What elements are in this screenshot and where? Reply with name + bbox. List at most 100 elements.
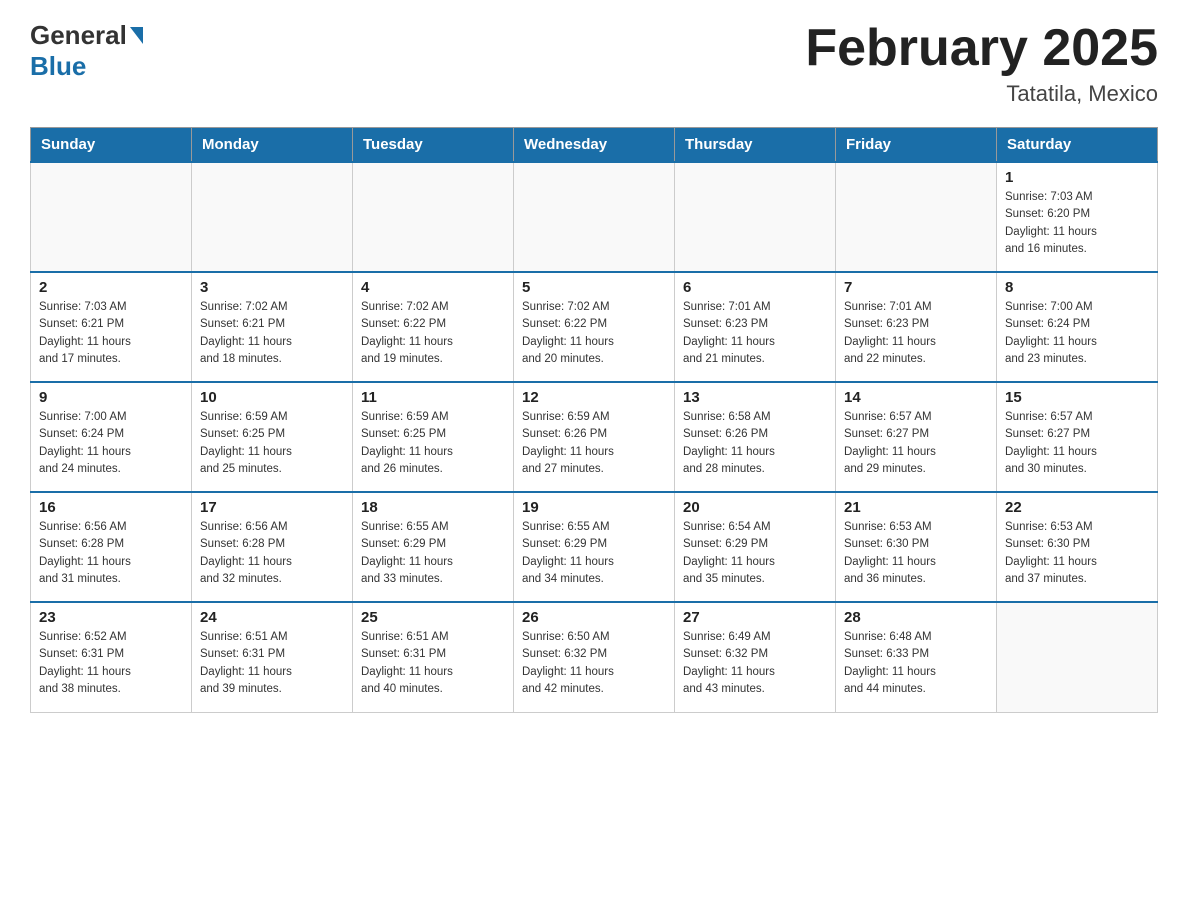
day-number: 21 xyxy=(844,499,988,516)
calendar-cell: 25 Sunrise: 6:51 AM Sunset: 6:31 PM Dayli… xyxy=(353,602,514,712)
calendar-subtitle: Tatatila, Mexico xyxy=(805,81,1158,107)
weekday-header-sunday: Sunday xyxy=(31,128,192,163)
day-number: 28 xyxy=(844,609,988,626)
day-info: Sunrise: 6:48 AM Sunset: 6:33 PM Dayligh… xyxy=(844,629,988,698)
calendar-cell: 6 Sunrise: 7:01 AM Sunset: 6:23 PM Daylig… xyxy=(675,272,836,382)
day-number: 25 xyxy=(361,609,505,626)
day-number: 3 xyxy=(200,279,344,296)
day-number: 9 xyxy=(39,389,183,406)
weekday-header-row: SundayMondayTuesdayWednesdayThursdayFrid… xyxy=(31,128,1158,163)
day-number: 5 xyxy=(522,279,666,296)
logo-row1: General xyxy=(30,20,143,51)
day-number: 16 xyxy=(39,499,183,516)
day-info: Sunrise: 7:01 AM Sunset: 6:23 PM Dayligh… xyxy=(683,299,827,368)
calendar-cell xyxy=(31,162,192,272)
calendar-cell: 7 Sunrise: 7:01 AM Sunset: 6:23 PM Daylig… xyxy=(836,272,997,382)
day-info: Sunrise: 7:03 AM Sunset: 6:20 PM Dayligh… xyxy=(1005,189,1149,258)
day-info: Sunrise: 6:57 AM Sunset: 6:27 PM Dayligh… xyxy=(844,409,988,478)
calendar-cell: 27 Sunrise: 6:49 AM Sunset: 6:32 PM Dayli… xyxy=(675,602,836,712)
day-number: 26 xyxy=(522,609,666,626)
day-number: 6 xyxy=(683,279,827,296)
day-info: Sunrise: 6:50 AM Sunset: 6:32 PM Dayligh… xyxy=(522,629,666,698)
calendar-cell: 20Sunrise: 6:54 AM Sunset: 6:29 PM Dayli… xyxy=(675,492,836,602)
day-number: 13 xyxy=(683,389,827,406)
calendar-cell xyxy=(353,162,514,272)
day-info: Sunrise: 6:53 AM Sunset: 6:30 PM Dayligh… xyxy=(844,519,988,588)
day-info: Sunrise: 6:51 AM Sunset: 6:31 PM Dayligh… xyxy=(361,629,505,698)
day-info: Sunrise: 7:03 AM Sunset: 6:21 PM Dayligh… xyxy=(39,299,183,368)
calendar-cell: 10 Sunrise: 6:59 AM Sunset: 6:25 PM Dayli… xyxy=(192,382,353,492)
week-row-2: 2 Sunrise: 7:03 AM Sunset: 6:21 PM Daylig… xyxy=(31,272,1158,382)
day-info: Sunrise: 6:59 AM Sunset: 6:25 PM Dayligh… xyxy=(361,409,505,478)
calendar-cell: 26 Sunrise: 6:50 AM Sunset: 6:32 PM Dayli… xyxy=(514,602,675,712)
calendar-cell xyxy=(836,162,997,272)
title-block: February 2025 Tatatila, Mexico xyxy=(805,20,1158,107)
day-info: Sunrise: 7:02 AM Sunset: 6:22 PM Dayligh… xyxy=(361,299,505,368)
day-number: 18 xyxy=(361,499,505,516)
calendar-cell xyxy=(514,162,675,272)
day-number: 15 xyxy=(1005,389,1149,406)
page-header: General Blue February 2025 Tatatila, Mex… xyxy=(30,20,1158,107)
calendar-cell xyxy=(192,162,353,272)
weekday-header-friday: Friday xyxy=(836,128,997,163)
day-number: 2 xyxy=(39,279,183,296)
logo-blue-text: Blue xyxy=(30,51,86,82)
weekday-header-tuesday: Tuesday xyxy=(353,128,514,163)
week-row-1: 1 Sunrise: 7:03 AM Sunset: 6:20 PM Daylig… xyxy=(31,162,1158,272)
day-info: Sunrise: 7:02 AM Sunset: 6:21 PM Dayligh… xyxy=(200,299,344,368)
day-number: 10 xyxy=(200,389,344,406)
calendar-cell: 8Sunrise: 7:00 AM Sunset: 6:24 PM Daylig… xyxy=(997,272,1158,382)
day-info: Sunrise: 7:01 AM Sunset: 6:23 PM Dayligh… xyxy=(844,299,988,368)
calendar-cell: 21 Sunrise: 6:53 AM Sunset: 6:30 PM Dayli… xyxy=(836,492,997,602)
day-info: Sunrise: 6:56 AM Sunset: 6:28 PM Dayligh… xyxy=(200,519,344,588)
calendar-cell: 19Sunrise: 6:55 AM Sunset: 6:29 PM Dayli… xyxy=(514,492,675,602)
day-number: 27 xyxy=(683,609,827,626)
day-info: Sunrise: 7:00 AM Sunset: 6:24 PM Dayligh… xyxy=(39,409,183,478)
day-number: 11 xyxy=(361,389,505,406)
weekday-header-monday: Monday xyxy=(192,128,353,163)
calendar-cell xyxy=(675,162,836,272)
calendar-cell: 18Sunrise: 6:55 AM Sunset: 6:29 PM Dayli… xyxy=(353,492,514,602)
calendar-cell: 1 Sunrise: 7:03 AM Sunset: 6:20 PM Daylig… xyxy=(997,162,1158,272)
day-number: 22 xyxy=(1005,499,1149,516)
day-number: 24 xyxy=(200,609,344,626)
calendar-cell xyxy=(997,602,1158,712)
day-info: Sunrise: 6:58 AM Sunset: 6:26 PM Dayligh… xyxy=(683,409,827,478)
day-info: Sunrise: 7:00 AM Sunset: 6:24 PM Dayligh… xyxy=(1005,299,1149,368)
day-info: Sunrise: 6:51 AM Sunset: 6:31 PM Dayligh… xyxy=(200,629,344,698)
calendar-cell: 22 Sunrise: 6:53 AM Sunset: 6:30 PM Dayli… xyxy=(997,492,1158,602)
calendar-cell: 23 Sunrise: 6:52 AM Sunset: 6:31 PM Dayli… xyxy=(31,602,192,712)
calendar-cell: 12 Sunrise: 6:59 AM Sunset: 6:26 PM Dayli… xyxy=(514,382,675,492)
calendar-cell: 5 Sunrise: 7:02 AM Sunset: 6:22 PM Daylig… xyxy=(514,272,675,382)
day-number: 20 xyxy=(683,499,827,516)
calendar-cell: 11 Sunrise: 6:59 AM Sunset: 6:25 PM Dayli… xyxy=(353,382,514,492)
calendar-cell: 2 Sunrise: 7:03 AM Sunset: 6:21 PM Daylig… xyxy=(31,272,192,382)
day-info: Sunrise: 6:57 AM Sunset: 6:27 PM Dayligh… xyxy=(1005,409,1149,478)
calendar-cell: 15 Sunrise: 6:57 AM Sunset: 6:27 PM Dayli… xyxy=(997,382,1158,492)
day-number: 23 xyxy=(39,609,183,626)
logo-row2: Blue xyxy=(30,51,143,82)
calendar-cell: 3 Sunrise: 7:02 AM Sunset: 6:21 PM Daylig… xyxy=(192,272,353,382)
weekday-header-saturday: Saturday xyxy=(997,128,1158,163)
day-number: 19 xyxy=(522,499,666,516)
day-info: Sunrise: 6:49 AM Sunset: 6:32 PM Dayligh… xyxy=(683,629,827,698)
calendar-cell: 16Sunrise: 6:56 AM Sunset: 6:28 PM Dayli… xyxy=(31,492,192,602)
day-number: 7 xyxy=(844,279,988,296)
logo: General Blue xyxy=(30,20,143,82)
calendar-cell: 9 Sunrise: 7:00 AM Sunset: 6:24 PM Daylig… xyxy=(31,382,192,492)
weekday-header-thursday: Thursday xyxy=(675,128,836,163)
day-info: Sunrise: 7:02 AM Sunset: 6:22 PM Dayligh… xyxy=(522,299,666,368)
day-info: Sunrise: 6:59 AM Sunset: 6:25 PM Dayligh… xyxy=(200,409,344,478)
day-number: 17 xyxy=(200,499,344,516)
day-info: Sunrise: 6:52 AM Sunset: 6:31 PM Dayligh… xyxy=(39,629,183,698)
day-number: 14 xyxy=(844,389,988,406)
day-number: 1 xyxy=(1005,169,1149,186)
calendar-cell: 24 Sunrise: 6:51 AM Sunset: 6:31 PM Dayli… xyxy=(192,602,353,712)
calendar-table: SundayMondayTuesdayWednesdayThursdayFrid… xyxy=(30,127,1158,713)
calendar-title: February 2025 xyxy=(805,20,1158,77)
week-row-4: 16 Sunrise: 6:56 AM Sunset: 6:28 PM Dayli… xyxy=(31,492,1158,602)
week-row-5: 23 Sunrise: 6:52 AM Sunset: 6:31 PM Dayli… xyxy=(31,602,1158,712)
day-info: Sunrise: 6:59 AM Sunset: 6:26 PM Dayligh… xyxy=(522,409,666,478)
day-info: Sunrise: 6:53 AM Sunset: 6:30 PM Dayligh… xyxy=(1005,519,1149,588)
day-number: 12 xyxy=(522,389,666,406)
